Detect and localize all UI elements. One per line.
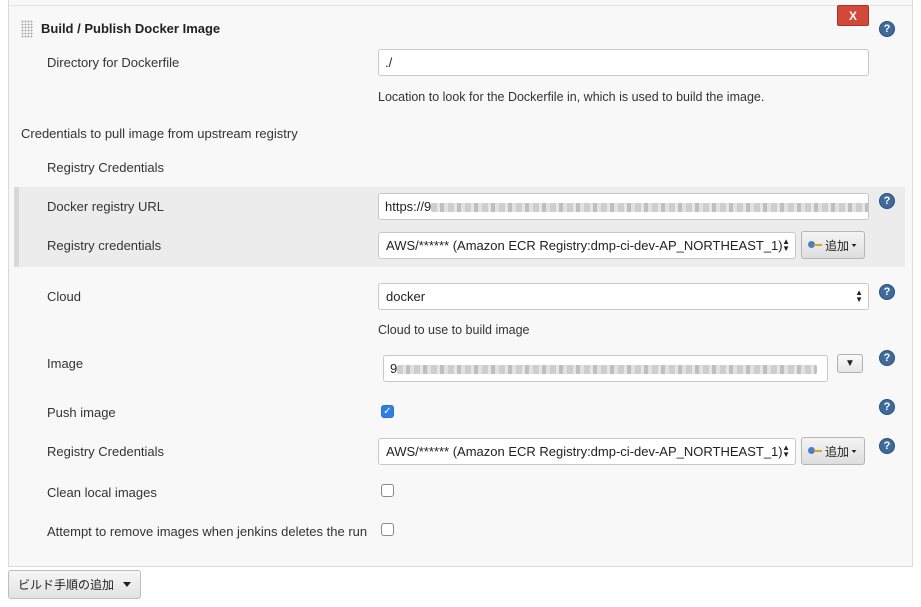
delete-step-button[interactable]: X [837, 5, 869, 26]
add-push-credentials-button[interactable]: 追加 [801, 437, 865, 465]
cloud-selected: docker [386, 289, 426, 304]
redacted-url [431, 203, 868, 213]
pull-credentials-heading: Credentials to pull image from upstream … [21, 126, 298, 141]
push-image-label: Push image [47, 405, 116, 420]
docker-registry-url-value: https://9 [385, 199, 432, 214]
image-options-button[interactable]: ▼ [837, 354, 863, 373]
image-label: Image [47, 356, 84, 371]
remove-images-on-delete-label: Attempt to remove images when jenkins de… [47, 524, 368, 539]
add-button-label: 追加 [824, 238, 849, 253]
help-icon[interactable]: ? [879, 284, 895, 300]
docker-registry-url-input[interactable]: https://9 [378, 193, 869, 220]
select-arrows-icon: ▲ ▼ [782, 443, 790, 459]
push-registry-credentials-selected: AWS/****** (Amazon ECR Registry:dmp-ci-d… [386, 444, 783, 459]
help-icon[interactable]: ? [879, 193, 895, 209]
key-icon [807, 447, 822, 455]
help-icon[interactable]: ? [879, 350, 895, 366]
key-icon [807, 241, 822, 249]
help-icon[interactable]: ? [879, 399, 895, 415]
docker-registry-url-label: Docker registry URL [47, 199, 165, 214]
dockerfile-directory-description: Location to look for the Dockerfile in, … [378, 90, 765, 104]
image-value: 9 [390, 361, 398, 376]
caret-down-icon [123, 582, 131, 587]
panel-top-divider [8, 5, 913, 6]
push-registry-credentials-label: Registry Credentials [47, 444, 165, 459]
image-input[interactable]: 9 [383, 355, 828, 382]
clean-local-images-checkbox[interactable] [381, 484, 394, 497]
remove-images-on-delete-checkbox[interactable] [381, 523, 394, 536]
add-build-step-label: ビルド手順の追加 [17, 578, 114, 592]
section-title: Build / Publish Docker Image [41, 21, 221, 36]
redacted-image [397, 365, 818, 375]
cloud-label: Cloud [47, 289, 81, 304]
caret-down-icon [851, 243, 857, 247]
dockerfile-directory-label: Directory for Dockerfile [47, 55, 180, 70]
push-image-checkbox[interactable]: ✓ [381, 405, 394, 418]
registry-credentials-selected: AWS/****** (Amazon ECR Registry:dmp-ci-d… [386, 238, 783, 253]
cloud-description: Cloud to use to build image [378, 323, 530, 337]
help-icon[interactable]: ? [879, 21, 895, 37]
drag-handle-icon[interactable] [21, 20, 33, 38]
caret-down-icon [851, 449, 857, 453]
add-button-label: 追加 [824, 444, 849, 459]
clean-local-images-label: Clean local images [47, 485, 157, 500]
dockerfile-directory-input[interactable]: ./ [378, 49, 869, 76]
select-arrows-icon: ▲ ▼ [782, 237, 790, 253]
cloud-select[interactable]: docker ▲ ▼ [378, 283, 869, 310]
push-registry-credentials-select[interactable]: AWS/****** (Amazon ECR Registry:dmp-ci-d… [378, 438, 796, 465]
add-build-step-button[interactable]: ビルド手順の追加 [8, 570, 141, 599]
registry-credentials-subheading: Registry Credentials [47, 160, 165, 175]
add-registry-credentials-button[interactable]: 追加 [801, 231, 865, 259]
registry-credentials-select[interactable]: AWS/****** (Amazon ECR Registry:dmp-ci-d… [378, 232, 796, 259]
registry-credentials-label: Registry credentials [47, 238, 162, 253]
help-icon[interactable]: ? [879, 438, 895, 454]
select-arrows-icon: ▲ ▼ [855, 288, 863, 304]
